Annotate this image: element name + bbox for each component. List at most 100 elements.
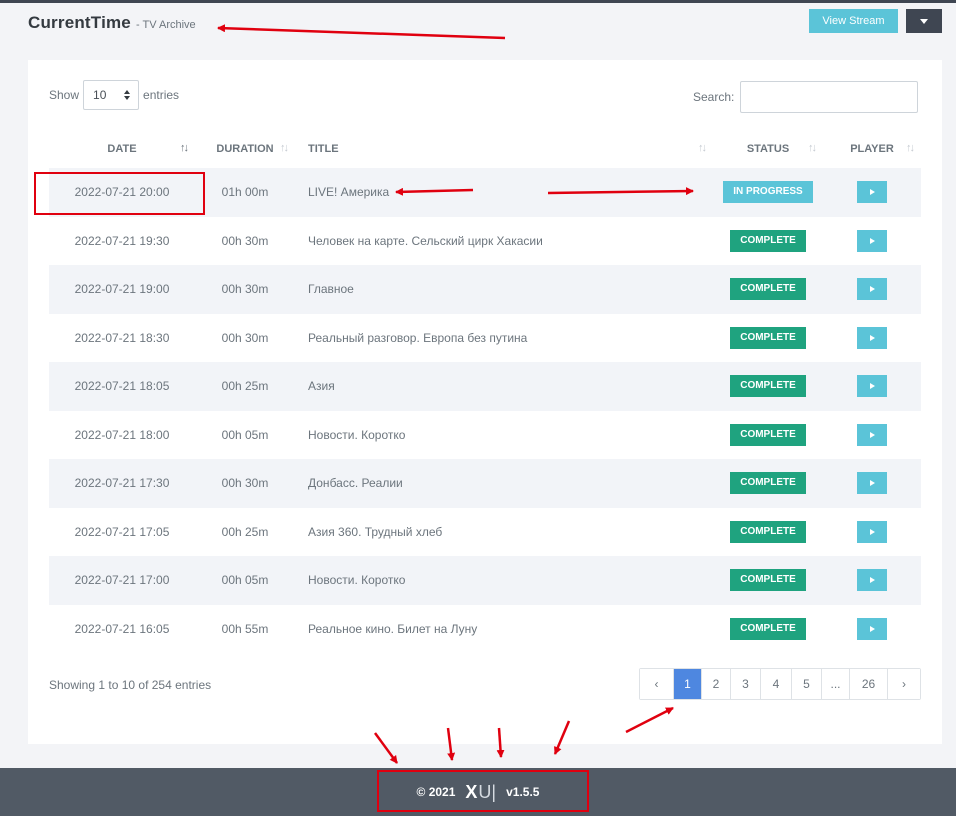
cell-date: 2022-07-21 17:05 — [74, 524, 170, 539]
play-icon — [869, 334, 875, 341]
status-badge: COMPLETE — [730, 326, 806, 349]
cell-title: Реальное кино. Билет на Луну — [308, 621, 478, 636]
archive-card: Show 10 entries Search: DATE ↑↓ DURATION ↑… — [28, 60, 942, 744]
entries-label: entries — [143, 88, 180, 102]
pagination-page-2[interactable]: 2 — [702, 669, 731, 699]
table-row: 2022-07-21 17:30 00h 30m Донбасс. Реалии… — [49, 459, 921, 508]
pagination-page-3[interactable]: 3 — [731, 669, 761, 699]
cell-title: Реальный разговор. Европа без путина — [308, 330, 528, 345]
cell-title: LIVE! Америка — [295, 168, 713, 217]
table-row: 2022-07-21 18:05 00h 25m Азия COMPLETE — [49, 362, 921, 411]
cell-date: 2022-07-21 16:05 — [74, 621, 170, 636]
column-header-status[interactable]: STATUS ↑↓ — [713, 130, 823, 168]
pagination-prev[interactable]: ‹ — [640, 669, 674, 699]
pagination: ‹ 1 2 3 4 5 ... 26 › — [639, 668, 921, 700]
view-stream-button[interactable]: View Stream — [809, 9, 898, 33]
table-row: 2022-07-21 19:00 00h 30m Главное COMPLET… — [49, 265, 921, 314]
play-icon — [869, 625, 875, 632]
cell-duration: 01h 00m — [195, 168, 295, 217]
sort-icon: ↑↓ — [280, 142, 289, 154]
status-badge: IN PROGRESS — [723, 181, 813, 204]
entries-length-control: Show 10 entries — [49, 80, 179, 110]
cell-title: Человек на карте. Сельский цирк Хакасии — [308, 233, 543, 248]
cell-date: 2022-07-21 18:05 — [49, 362, 195, 411]
search-label: Search: — [693, 90, 735, 104]
table-info: Showing 1 to 10 of 254 entries — [49, 678, 212, 692]
annotation-box-date — [34, 172, 205, 215]
play-icon — [869, 383, 875, 390]
select-arrows-icon — [124, 90, 131, 100]
cell-duration: 00h 30m — [195, 459, 295, 508]
status-badge: COMPLETE — [730, 569, 806, 592]
status-badge: COMPLETE — [730, 375, 806, 398]
play-button[interactable] — [857, 472, 887, 495]
column-header-duration[interactable]: DURATION ↑↓ — [195, 130, 295, 168]
cell-date: 2022-07-21 19:30 — [74, 233, 170, 248]
cell-title: Главное — [295, 265, 713, 314]
entries-select-value: 10 — [93, 88, 107, 102]
top-border — [0, 0, 956, 3]
pagination-next[interactable]: › — [888, 669, 920, 699]
table-row: 2022-07-21 16:05 00h 55m Реальное кино. … — [49, 605, 921, 654]
cell-title: Азия — [295, 362, 713, 411]
cell-date: 2022-07-21 19:00 — [49, 265, 195, 314]
status-badge: COMPLETE — [730, 423, 806, 446]
play-icon — [869, 189, 875, 196]
pagination-ellipsis: ... — [822, 669, 850, 699]
play-button[interactable] — [857, 181, 887, 204]
dropdown-toggle-button[interactable] — [906, 9, 942, 33]
table-row: 2022-07-21 17:00 00h 05m Новости. Коротк… — [49, 556, 921, 605]
cell-date: 2022-07-21 18:00 — [74, 427, 170, 442]
cell-duration: 00h 25m — [195, 362, 295, 411]
table-row: 2022-07-21 19:30 00h 30m Человек на карт… — [49, 217, 921, 266]
status-badge: COMPLETE — [730, 472, 806, 495]
play-icon — [869, 528, 875, 535]
play-icon — [869, 237, 875, 244]
cell-title: Новости. Коротко — [295, 556, 713, 605]
cell-duration: 00h 30m — [221, 330, 269, 345]
pagination-page-4[interactable]: 4 — [761, 669, 792, 699]
table-row: 2022-07-21 17:05 00h 25m Азия 360. Трудн… — [49, 508, 921, 557]
cell-date: 2022-07-21 17:30 — [49, 459, 195, 508]
page-subtitle: - TV Archive — [135, 19, 196, 31]
column-header-player[interactable]: PLAYER ↑↓ — [823, 130, 921, 168]
cell-title: Донбасс. Реалии — [295, 459, 713, 508]
pagination-page-26[interactable]: 26 — [850, 669, 888, 699]
status-badge: COMPLETE — [730, 229, 806, 252]
search-control: Search: — [693, 81, 919, 113]
pagination-page-1[interactable]: 1 — [674, 669, 702, 699]
play-button[interactable] — [857, 229, 887, 252]
play-button[interactable] — [857, 326, 887, 349]
cell-duration: 00h 25m — [221, 524, 269, 539]
play-button[interactable] — [857, 278, 887, 301]
cell-title: Азия 360. Трудный хлеб — [308, 524, 443, 539]
play-button[interactable] — [857, 617, 887, 640]
cell-title: Новости. Коротко — [308, 427, 406, 442]
play-button[interactable] — [857, 423, 887, 446]
cell-date: 2022-07-21 18:30 — [74, 330, 170, 345]
search-input[interactable] — [740, 81, 919, 113]
entries-select[interactable]: 10 — [83, 80, 140, 110]
annotation-box-footer — [377, 770, 589, 812]
play-icon — [869, 480, 875, 487]
column-header-title[interactable]: TITLE ↑↓ — [295, 130, 713, 168]
show-label: Show — [49, 88, 80, 102]
play-icon — [869, 577, 875, 584]
status-badge: COMPLETE — [730, 278, 806, 301]
play-button[interactable] — [857, 520, 887, 543]
sort-icon: ↑↓ — [906, 142, 915, 154]
status-badge: COMPLETE — [730, 617, 806, 640]
sort-icon: ↑↓ — [808, 142, 817, 154]
play-icon — [869, 286, 875, 293]
pagination-page-5[interactable]: 5 — [792, 669, 822, 699]
play-button[interactable] — [857, 375, 887, 398]
cell-duration: 00h 05m — [195, 556, 295, 605]
table-row: 2022-07-21 18:00 00h 05m Новости. Коротк… — [49, 411, 921, 460]
column-header-date[interactable]: DATE ↑↓ — [49, 130, 195, 168]
cell-duration: 00h 30m — [195, 265, 295, 314]
play-button[interactable] — [857, 569, 887, 592]
caret-down-icon — [920, 18, 928, 24]
play-icon — [869, 431, 875, 438]
cell-duration: 00h 30m — [221, 233, 269, 248]
cell-duration: 00h 05m — [221, 427, 269, 442]
